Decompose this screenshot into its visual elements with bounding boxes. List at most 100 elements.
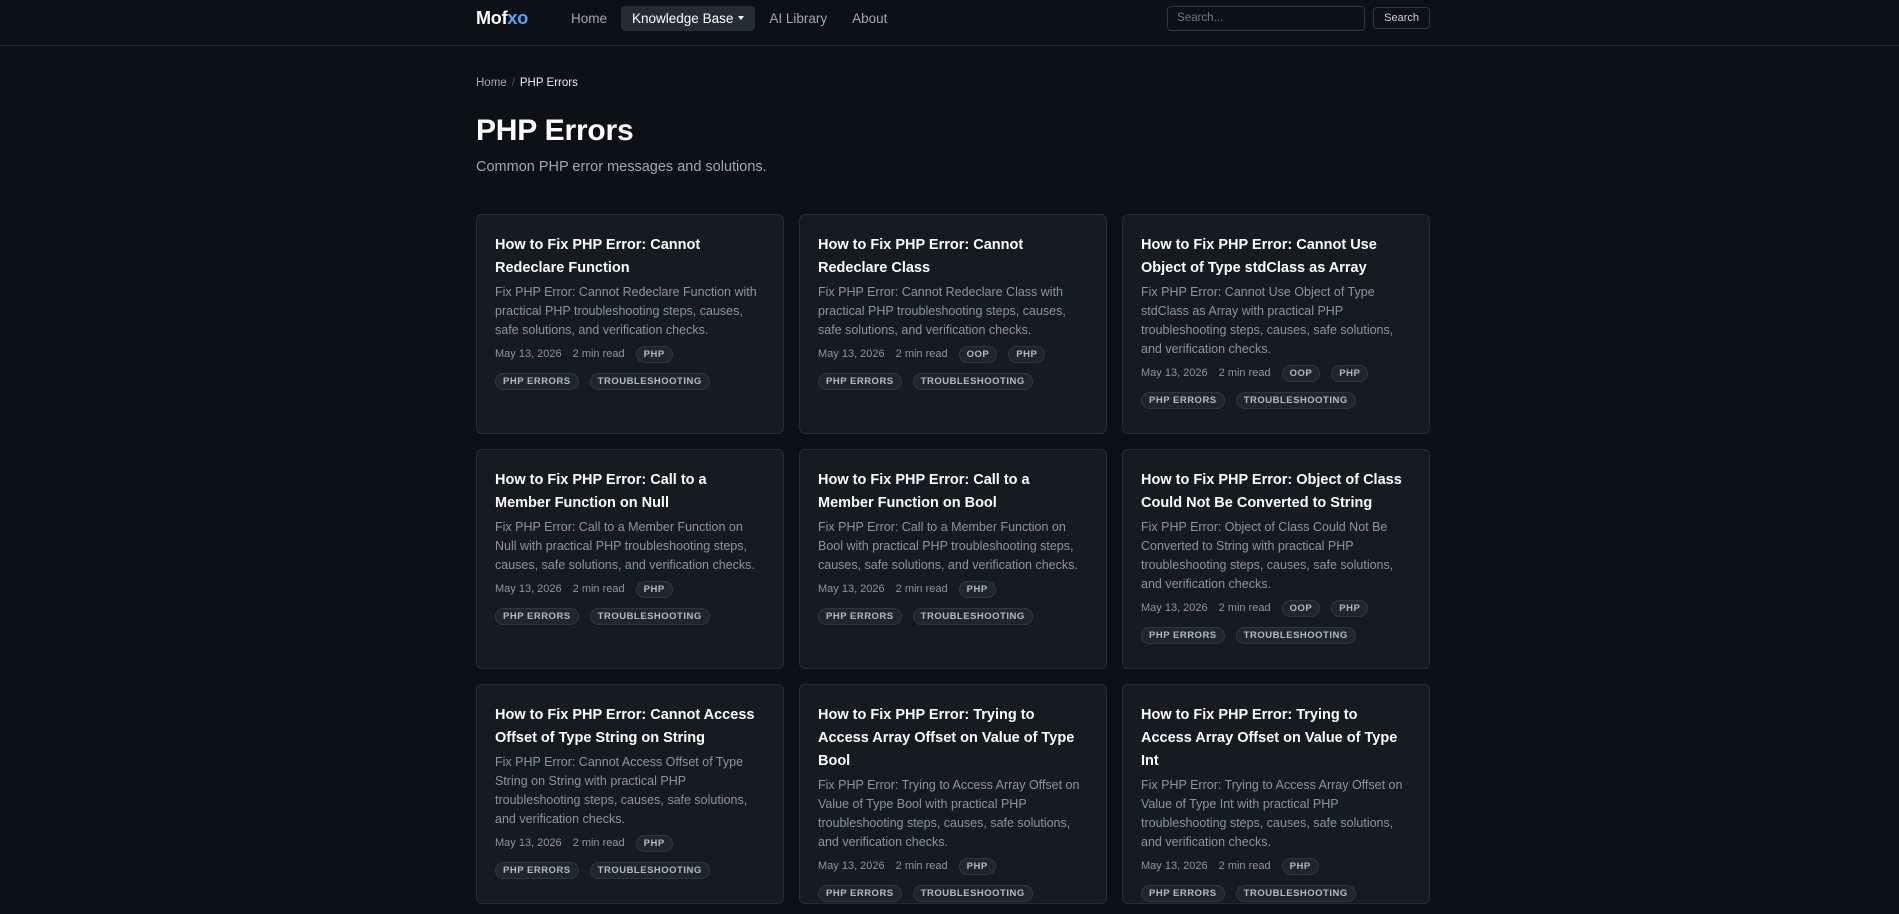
article-read-time: 2 min read: [572, 583, 625, 595]
article-read-time: 2 min read: [1218, 860, 1271, 872]
article-meta: May 13, 2026 2 min read OOP PHP PHP ERRO…: [1141, 364, 1411, 419]
top-navigation-bar: Mofxo Home Knowledge Base AI Library Abo…: [0, 0, 1899, 46]
tag-badge[interactable]: PHP ERRORS: [818, 885, 902, 902]
article-read-time: 2 min read: [895, 860, 948, 872]
tag-badge[interactable]: PHP: [958, 580, 996, 598]
tag-badge[interactable]: TROUBLESHOOTING: [912, 885, 1033, 902]
tag-badge[interactable]: PHP: [635, 834, 673, 852]
nav-item-label: Knowledge Base: [632, 10, 734, 26]
article-date: May 13, 2026: [818, 583, 885, 595]
breadcrumb-current: PHP Errors: [519, 77, 578, 89]
article-date: May 13, 2026: [1141, 602, 1208, 614]
brand-logo[interactable]: Mofxo: [476, 8, 528, 29]
caret-down-icon: [738, 16, 745, 20]
article-card[interactable]: How to Fix PHP Error: Cannot Access Offs…: [476, 684, 784, 904]
tag-badge[interactable]: PHP: [635, 580, 673, 598]
article-date: May 13, 2026: [818, 860, 885, 872]
top-navigation-inner: Mofxo Home Knowledge Base AI Library Abo…: [476, 0, 1430, 36]
tag-badge[interactable]: TROUBLESHOOTING: [1235, 627, 1356, 644]
article-meta: May 13, 2026 2 min read OOP PHP PHP ERRO…: [818, 345, 1088, 400]
nav-item-about[interactable]: About: [841, 6, 898, 31]
tag-badge[interactable]: TROUBLESHOOTING: [1235, 392, 1356, 409]
article-description: Fix PHP Error: Cannot Redeclare Function…: [495, 285, 757, 337]
tag-badge[interactable]: TROUBLESHOOTING: [589, 373, 710, 390]
article-date: May 13, 2026: [495, 837, 562, 849]
tag-badge[interactable]: PHP ERRORS: [495, 373, 579, 390]
article-date: May 13, 2026: [495, 348, 562, 360]
nav-item-label: Home: [571, 10, 608, 26]
tag-badge[interactable]: TROUBLESHOOTING: [912, 373, 1033, 390]
search-input[interactable]: [1167, 5, 1366, 31]
article-description: Fix PHP Error: Trying to Access Array Of…: [1141, 778, 1403, 849]
breadcrumb-home-link[interactable]: Home: [476, 77, 507, 89]
article-title[interactable]: How to Fix PHP Error: Cannot Use Object …: [1141, 234, 1411, 280]
article-card[interactable]: How to Fix PHP Error: Trying to Access A…: [799, 684, 1107, 904]
tag-badge[interactable]: PHP ERRORS: [495, 862, 579, 879]
article-card[interactable]: How to Fix PHP Error: Call to a Member F…: [476, 449, 784, 669]
article-card[interactable]: How to Fix PHP Error: Cannot Redeclare C…: [799, 214, 1107, 434]
article-meta: May 13, 2026 2 min read PHP PHP ERRORS T…: [818, 580, 1088, 635]
nav-item-label: AI Library: [769, 10, 828, 26]
article-read-time: 2 min read: [572, 348, 625, 360]
article-title[interactable]: How to Fix PHP Error: Call to a Member F…: [818, 469, 1088, 515]
article-meta: May 13, 2026 2 min read OOP PHP PHP ERRO…: [1141, 599, 1411, 654]
tag-badge[interactable]: PHP ERRORS: [495, 608, 579, 625]
article-card[interactable]: How to Fix PHP Error: Cannot Use Object …: [1122, 214, 1430, 434]
nav-item-knowledge-base[interactable]: Knowledge Base: [621, 5, 756, 31]
tag-badge[interactable]: TROUBLESHOOTING: [1235, 885, 1356, 902]
tag-badge[interactable]: PHP ERRORS: [818, 373, 902, 390]
tag-badge[interactable]: PHP: [1281, 857, 1319, 875]
tag-badge[interactable]: PHP: [635, 345, 673, 363]
article-description: Fix PHP Error: Cannot Access Offset of T…: [495, 755, 748, 826]
article-description: Fix PHP Error: Trying to Access Array Of…: [818, 778, 1080, 849]
article-title[interactable]: How to Fix PHP Error: Trying to Access A…: [818, 704, 1088, 773]
article-read-time: 2 min read: [572, 837, 625, 849]
article-description: Fix PHP Error: Call to a Member Function…: [495, 520, 755, 572]
article-title[interactable]: How to Fix PHP Error: Object of Class Co…: [1141, 469, 1411, 515]
tag-badge[interactable]: PHP: [958, 857, 996, 875]
article-read-time: 2 min read: [1218, 602, 1271, 614]
brand-name-part1: Mof: [476, 7, 508, 28]
tag-badge[interactable]: PHP: [1331, 364, 1369, 382]
article-title[interactable]: How to Fix PHP Error: Cannot Redeclare F…: [495, 234, 765, 280]
tag-badge[interactable]: PHP ERRORS: [1141, 627, 1225, 644]
nav-item-ai-library[interactable]: AI Library: [758, 6, 838, 31]
article-date: May 13, 2026: [1141, 367, 1208, 379]
search-button[interactable]: Search: [1373, 7, 1430, 29]
article-description: Fix PHP Error: Cannot Redeclare Class wi…: [818, 285, 1066, 337]
article-read-time: 2 min read: [895, 348, 948, 360]
article-meta: May 13, 2026 2 min read PHP PHP ERRORS T…: [495, 580, 765, 635]
tag-badge[interactable]: TROUBLESHOOTING: [912, 608, 1033, 625]
search-form: Search: [1167, 5, 1430, 31]
article-description: Fix PHP Error: Cannot Use Object of Type…: [1141, 285, 1394, 356]
article-description: Fix PHP Error: Call to a Member Function…: [818, 520, 1078, 572]
tag-badge[interactable]: TROUBLESHOOTING: [589, 608, 710, 625]
article-title[interactable]: How to Fix PHP Error: Cannot Redeclare C…: [818, 234, 1088, 280]
tag-badge[interactable]: OOP: [1281, 599, 1321, 617]
tag-badge[interactable]: PHP ERRORS: [818, 608, 902, 625]
main-nav: Home Knowledge Base AI Library About: [560, 5, 901, 31]
page-subtitle: Common PHP error messages and solutions.: [476, 159, 767, 175]
article-title[interactable]: How to Fix PHP Error: Call to a Member F…: [495, 469, 765, 515]
breadcrumb: Home / PHP Errors: [476, 77, 1430, 89]
tag-badge[interactable]: PHP ERRORS: [1141, 885, 1225, 902]
article-date: May 13, 2026: [1141, 860, 1208, 872]
nav-item-label: About: [852, 10, 888, 26]
article-description: Fix PHP Error: Object of Class Could Not…: [1141, 520, 1394, 591]
article-card[interactable]: How to Fix PHP Error: Object of Class Co…: [1122, 449, 1430, 669]
article-card[interactable]: How to Fix PHP Error: Cannot Redeclare F…: [476, 214, 784, 434]
main-content: Home / PHP Errors PHP Errors Common PHP …: [476, 77, 1430, 904]
article-card[interactable]: How to Fix PHP Error: Call to a Member F…: [799, 449, 1107, 669]
tag-badge[interactable]: PHP ERRORS: [1141, 392, 1225, 409]
nav-item-home[interactable]: Home: [560, 6, 618, 31]
article-title[interactable]: How to Fix PHP Error: Cannot Access Offs…: [495, 704, 765, 750]
article-title[interactable]: How to Fix PHP Error: Trying to Access A…: [1141, 704, 1411, 773]
article-card[interactable]: How to Fix PHP Error: Trying to Access A…: [1122, 684, 1430, 904]
article-meta: May 13, 2026 2 min read PHP PHP ERRORS T…: [495, 834, 765, 889]
tag-badge[interactable]: OOP: [1281, 364, 1321, 382]
tag-badge[interactable]: OOP: [958, 345, 998, 363]
tag-badge[interactable]: PHP: [1008, 345, 1046, 363]
breadcrumb-separator: /: [511, 77, 515, 89]
tag-badge[interactable]: PHP: [1331, 599, 1369, 617]
tag-badge[interactable]: TROUBLESHOOTING: [589, 862, 710, 879]
